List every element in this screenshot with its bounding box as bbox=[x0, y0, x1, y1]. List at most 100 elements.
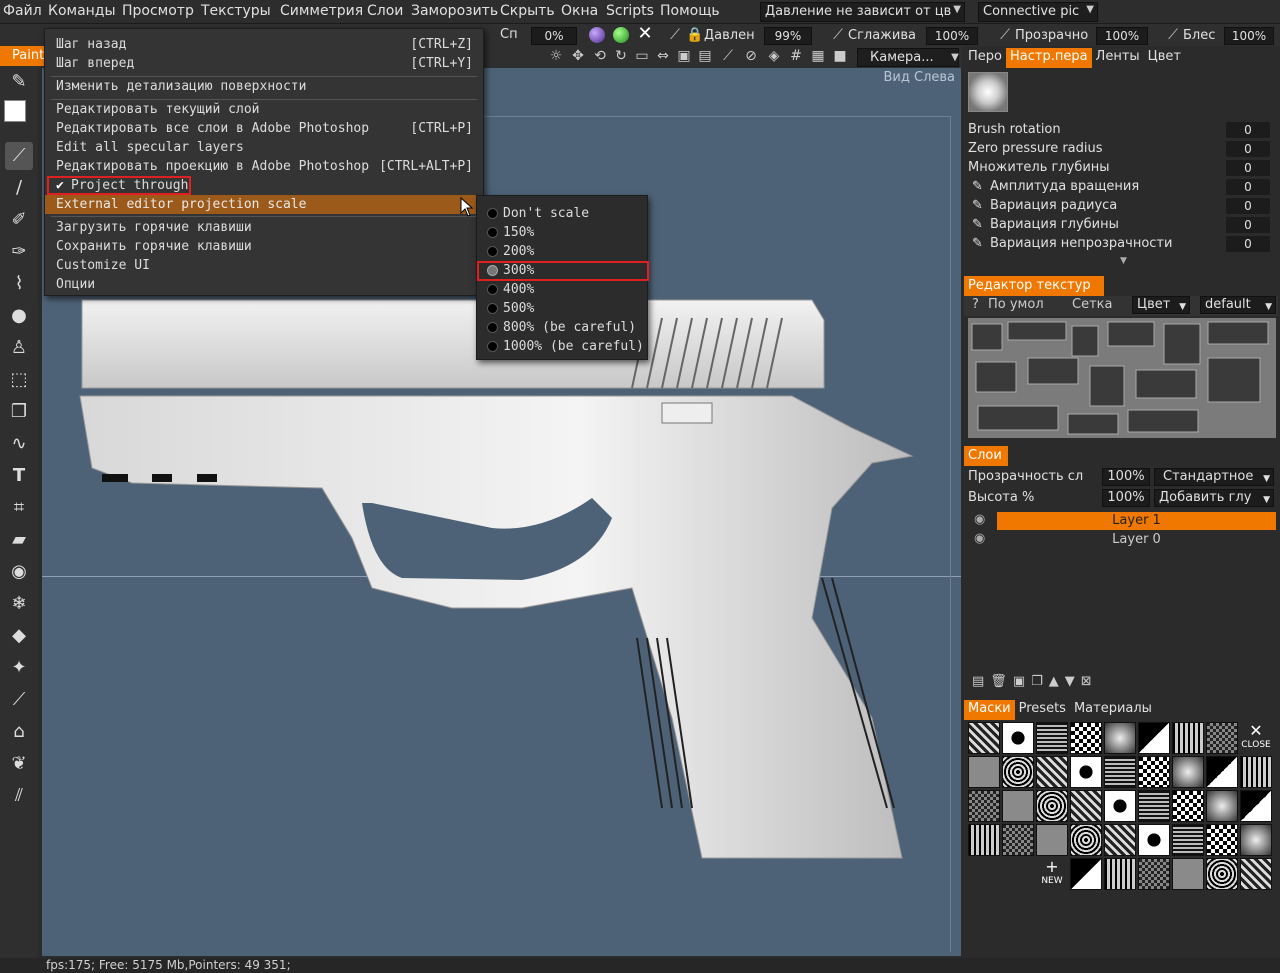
menu-item-edit-specular[interactable]: Edit all specular layers bbox=[45, 138, 483, 157]
tab-pen-settings[interactable]: Настр.пера bbox=[1005, 48, 1092, 68]
param-opacity-variation[interactable]: ✎ Вариация непрозрачности 0 bbox=[968, 236, 1276, 255]
param-value[interactable]: 0 bbox=[1226, 198, 1270, 214]
stamp-tool-icon[interactable]: ♙ bbox=[5, 334, 33, 362]
menu-item-save-hotkeys[interactable]: Сохранить горячие клавиши bbox=[45, 237, 483, 256]
help-button[interactable]: ? bbox=[972, 297, 979, 312]
tab-paint[interactable]: Paint bbox=[0, 46, 44, 66]
eye-icon[interactable]: ◉ bbox=[974, 512, 985, 527]
mask-thumbnail[interactable] bbox=[1104, 790, 1136, 822]
mask-thumbnail[interactable] bbox=[1172, 756, 1204, 788]
menu-item-edit-projection-ps[interactable]: Редактировать проекцию в Adobe Photoshop… bbox=[45, 157, 483, 176]
tab-masks[interactable]: Маски bbox=[964, 700, 1015, 720]
scale-option-200[interactable]: 200% bbox=[477, 242, 647, 261]
mask-thumbnail[interactable] bbox=[1206, 722, 1238, 754]
tab-presets[interactable]: Presets bbox=[1015, 700, 1070, 720]
mask-thumbnail[interactable] bbox=[1206, 858, 1238, 890]
param-depth-multiplier[interactable]: Множитель глубины 0 bbox=[968, 160, 1276, 179]
gloss-field[interactable]: 100% bbox=[1224, 27, 1274, 45]
default-button[interactable]: По умол bbox=[988, 297, 1044, 312]
pen-tool-icon[interactable]: ✎ bbox=[5, 68, 33, 96]
all-icon[interactable]: ▣ bbox=[676, 48, 692, 64]
smooth-field[interactable]: 100% bbox=[926, 27, 978, 45]
mask-thumbnail[interactable] bbox=[1070, 790, 1102, 822]
mask-thumbnail[interactable] bbox=[1070, 858, 1102, 890]
mask-thumbnail[interactable] bbox=[1138, 756, 1170, 788]
pen-pressure-icon[interactable]: ✎ bbox=[972, 236, 983, 251]
pressure-field[interactable]: 99% bbox=[764, 27, 812, 45]
texture-color-combo[interactable]: Цвет ▼ bbox=[1132, 296, 1190, 314]
param-value[interactable]: 0 bbox=[1226, 141, 1270, 157]
mask-thumbnail[interactable] bbox=[1138, 824, 1170, 856]
lasso-tool-icon[interactable]: ⌗ bbox=[5, 494, 33, 522]
param-value[interactable]: 0 bbox=[1226, 122, 1270, 138]
chevron-down-icon[interactable]: ▼ bbox=[947, 50, 963, 66]
menu-item-change-detail[interactable]: Изменить детализацию поверхности bbox=[45, 77, 483, 96]
brush-tool-icon[interactable]: ⟋ bbox=[5, 142, 33, 170]
clear-layer-icon[interactable]: ⊠ bbox=[1081, 674, 1098, 689]
add-combo[interactable]: Добавить глу ▼ bbox=[1154, 489, 1274, 507]
airbrush-tool-icon[interactable]: ✐ bbox=[5, 206, 33, 234]
layer-opacity-field[interactable]: 100% bbox=[1102, 468, 1150, 486]
layers-title[interactable]: Слои bbox=[964, 446, 1008, 466]
layer-row-1[interactable]: Layer 1 bbox=[997, 512, 1276, 530]
move-down-icon[interactable]: ▼ bbox=[1065, 674, 1081, 689]
texture-uv-preview[interactable] bbox=[968, 318, 1276, 438]
rect-icon[interactable]: ▭ bbox=[634, 48, 650, 64]
mask-thumbnail[interactable] bbox=[1070, 722, 1102, 754]
menu-item-projection-scale[interactable]: External editor projection scale bbox=[45, 195, 483, 214]
mask-thumbnail[interactable] bbox=[1138, 858, 1170, 890]
tab-pen[interactable]: Перо bbox=[964, 48, 1006, 68]
mask-thumbnail[interactable] bbox=[1002, 790, 1034, 822]
scale-option-1000[interactable]: 1000% (be careful) bbox=[477, 337, 647, 356]
mask-thumbnail[interactable] bbox=[1138, 790, 1170, 822]
pen-mode-icon[interactable]: ▤ bbox=[697, 48, 713, 64]
mask-thumbnail[interactable] bbox=[1002, 756, 1034, 788]
pen-pressure-icon[interactable]: ✎ bbox=[972, 198, 983, 213]
mask-thumbnail[interactable] bbox=[1036, 824, 1068, 856]
param-value[interactable]: 0 bbox=[1226, 236, 1270, 252]
move-up-icon[interactable]: ▲ bbox=[1049, 674, 1065, 689]
menu-layers[interactable]: Слои bbox=[367, 3, 403, 19]
scroll-down-icon[interactable]: ▼ bbox=[1120, 256, 1127, 266]
grid-button[interactable]: Сетка bbox=[1072, 297, 1112, 312]
new-layer-icon[interactable]: ▤ bbox=[972, 674, 990, 689]
menu-item-customize-ui[interactable]: Customize UI bbox=[45, 256, 483, 275]
mask-thumbnail[interactable] bbox=[1070, 756, 1102, 788]
pen-pressure-icon[interactable]: ✎ bbox=[972, 179, 983, 194]
bucket-tool-icon[interactable]: ◆ bbox=[5, 622, 33, 650]
freeze-tool-icon[interactable]: ❄ bbox=[5, 590, 33, 618]
menu-item-undo[interactable]: Шаг назад [CTRL+Z] bbox=[45, 35, 483, 54]
tab-color[interactable]: Цвет bbox=[1144, 48, 1185, 68]
fill-tool-icon[interactable]: ✑ bbox=[5, 238, 33, 266]
param-value[interactable]: 0 bbox=[1226, 179, 1270, 195]
material-sphere-icon[interactable] bbox=[589, 27, 605, 43]
iron-tool-icon[interactable]: ⌂ bbox=[5, 718, 33, 746]
mask-thumbnail[interactable] bbox=[968, 824, 1000, 856]
menu-item-load-hotkeys[interactable]: Загрузить горячие клавиши bbox=[45, 218, 483, 237]
rotate-icon[interactable]: ⟲ bbox=[592, 48, 608, 64]
pen-pressure-icon[interactable]: ✎ bbox=[972, 217, 983, 232]
butterfly-icon[interactable]: ❦ bbox=[5, 750, 33, 778]
camera-combo[interactable]: Камера... bbox=[857, 48, 959, 67]
scale-option-150[interactable]: 150% bbox=[477, 223, 647, 242]
mask-thumbnail[interactable] bbox=[1070, 824, 1102, 856]
mask-thumbnail[interactable] bbox=[1002, 824, 1034, 856]
brush-icon[interactable]: ⟋ bbox=[720, 48, 736, 64]
menu-view[interactable]: Просмотр bbox=[122, 3, 194, 19]
merge-layer-icon[interactable]: ▣ bbox=[1013, 674, 1031, 689]
text-tool-icon[interactable]: T bbox=[5, 462, 33, 490]
mask-thumbnail[interactable] bbox=[1206, 790, 1238, 822]
menu-item-edit-current-layer[interactable]: Редактировать текущий слой bbox=[45, 100, 483, 119]
scale-option-dont-scale[interactable]: Don't scale bbox=[477, 204, 647, 223]
eye-tool-icon[interactable]: ◉ bbox=[5, 558, 33, 586]
close-mask-button[interactable]: ✕ CLOSE bbox=[1239, 722, 1273, 754]
mask-thumbnail[interactable] bbox=[1240, 756, 1272, 788]
pen-icon[interactable]: ⟋ bbox=[997, 27, 1013, 43]
menu-help[interactable]: Помощь bbox=[660, 3, 720, 19]
square-icon[interactable]: ■ bbox=[832, 48, 848, 64]
delete-layer-icon[interactable]: 🗑 bbox=[990, 674, 1013, 689]
menu-windows[interactable]: Окна bbox=[561, 3, 598, 19]
scale-option-400[interactable]: 400% bbox=[477, 280, 647, 299]
tab-strips[interactable]: Ленты bbox=[1092, 48, 1144, 68]
select-tool-icon[interactable]: ⬚ bbox=[5, 366, 33, 394]
